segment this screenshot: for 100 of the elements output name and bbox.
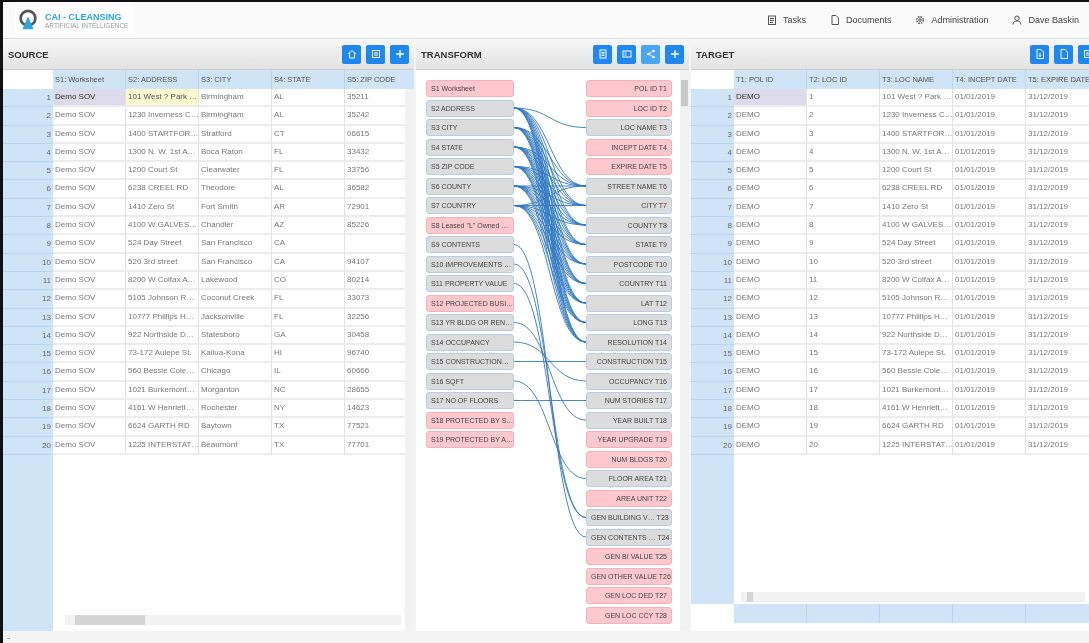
row-number: 10	[691, 253, 734, 272]
table-cell: 31/12/2019	[1026, 436, 1089, 455]
table-cell: 101 West ? Park …	[880, 89, 953, 108]
table-cell: 31/12/2019	[1026, 198, 1089, 218]
table-cell: Demo SOV	[53, 253, 126, 272]
table-cell: GA	[272, 326, 345, 346]
table-cell: TX	[272, 418, 345, 437]
row-number: 11	[691, 271, 734, 291]
table-cell: 31/12/2019	[1026, 180, 1089, 199]
table-cell: 31/12/2019	[1026, 253, 1089, 272]
row-number: 14	[691, 326, 734, 346]
table-cell: Chandler	[199, 217, 272, 236]
row-number: 12	[691, 290, 734, 309]
table-cell: 560 Bessie Cole…	[126, 363, 199, 382]
table-cell: 4161 W Henriett…	[880, 400, 953, 419]
table-cell: 01/01/2019	[953, 326, 1026, 346]
table-cell: Demo SOV	[53, 308, 126, 327]
table-cell: 12	[807, 290, 880, 309]
nav-link[interactable]: Dave Baskin	[1012, 15, 1079, 25]
table-cell: 1200 Court St	[880, 162, 953, 181]
row-number: 6	[3, 180, 53, 199]
table-cell: AL	[272, 180, 345, 199]
nav-link[interactable]: Documents	[829, 15, 892, 25]
row-number: 10	[3, 253, 53, 272]
table-cell: Kailua-Kona	[199, 345, 272, 364]
table-cell: DEMO	[734, 381, 807, 401]
table-cell: 5	[807, 162, 880, 181]
table-cell: Chicago	[199, 363, 272, 382]
table-cell: 01/01/2019	[953, 363, 1026, 382]
table-cell: Clearwater	[199, 162, 272, 181]
table-cell: AL	[272, 89, 345, 108]
table-cell: 5105 Johnson R…	[126, 290, 199, 309]
table-cell: San Francisco	[199, 235, 272, 254]
table-cell: DEMO	[734, 271, 807, 291]
table-cell: 16	[807, 363, 880, 382]
table-cell: 10	[807, 253, 880, 272]
table-cell: 4100 W GALVES…	[880, 217, 953, 236]
table-cell: AR	[272, 198, 345, 218]
table-cell: 1300 N. W. 1st A…	[126, 143, 199, 163]
row-number: 19	[691, 418, 734, 437]
table-cell: DEMO	[734, 125, 807, 144]
table-cell: 01/01/2019	[953, 235, 1026, 254]
table-cell: 1225 INTERSTAT…	[880, 436, 953, 455]
row-number: 17	[691, 381, 734, 401]
table-cell: 8200 W Colfax A…	[126, 271, 199, 291]
table-cell: DEMO	[734, 363, 807, 382]
table-cell: 01/01/2019	[953, 107, 1026, 126]
nav-link[interactable]: Administration	[915, 15, 989, 25]
table-cell: 1230 Inverness C…	[880, 107, 953, 126]
table-cell: Demo SOV	[53, 125, 126, 144]
table-cell: FL	[272, 162, 345, 181]
table-cell: DEMO	[734, 436, 807, 455]
table-cell: DEMO	[734, 345, 807, 364]
table-cell: 01/01/2019	[953, 400, 1026, 419]
table-cell: 6238 CREEL RD	[126, 180, 199, 199]
table-cell: 31/12/2019	[1026, 217, 1089, 236]
table-cell: 1021 Burkemont…	[880, 381, 953, 401]
nav-link[interactable]: Tasks	[766, 15, 806, 25]
table-cell: Birmingham	[199, 89, 272, 108]
row-number: 16	[3, 363, 53, 382]
row-number: 13	[3, 308, 53, 327]
row-number: 9	[3, 235, 53, 254]
table-cell: 31/12/2019	[1026, 235, 1089, 254]
panel-title: SOURCE	[8, 48, 49, 60]
table-cell: 6	[807, 180, 880, 199]
row-number: 2	[3, 107, 53, 126]
table-cell: 01/01/2019	[953, 89, 1026, 108]
table-cell: 31/12/2019	[1026, 162, 1089, 181]
table-cell: CT	[272, 125, 345, 144]
table-cell: Demo SOV	[53, 180, 126, 199]
table-cell: 01/01/2019	[953, 162, 1026, 181]
table-cell: Demo SOV	[53, 217, 126, 236]
table-cell: 3	[807, 125, 880, 144]
table-cell: 10777 Phillips H…	[880, 308, 953, 327]
row-number: 5	[691, 162, 734, 181]
row-number: 4	[3, 143, 53, 163]
table-cell: Jacksonville	[199, 308, 272, 327]
row-number: 16	[691, 363, 734, 382]
table-cell: Demo SOV	[53, 235, 126, 254]
table-cell: 73-172 Aulepe St.	[126, 345, 199, 364]
table-cell: 1021 Burkemont…	[126, 381, 199, 401]
table-cell: Demo SOV	[53, 400, 126, 419]
row-number: 17	[3, 381, 53, 401]
row-number: 20	[3, 436, 53, 455]
table-cell: DEMO	[734, 89, 807, 108]
table-cell: 922 Northside D…	[880, 326, 953, 346]
table-cell: 6624 GARTH RD	[880, 418, 953, 437]
table-cell: 1410 Zero St	[126, 198, 199, 218]
table-cell: Demo SOV	[53, 363, 126, 382]
table-cell: Demo SOV	[53, 198, 126, 218]
table-cell: DEMO	[734, 217, 807, 236]
table-cell: 10777 Phillips H…	[126, 308, 199, 327]
table-cell: 31/12/2019	[1026, 326, 1089, 346]
table-cell: Demo SOV	[53, 143, 126, 163]
table-cell: Rochester	[199, 400, 272, 419]
table-cell: Boca Raton	[199, 143, 272, 163]
table-cell: DEMO	[734, 326, 807, 346]
table-cell: 1400 STARTFOR…	[880, 125, 953, 144]
table-cell: 01/01/2019	[953, 253, 1026, 272]
table-cell: Lakewood	[199, 271, 272, 291]
